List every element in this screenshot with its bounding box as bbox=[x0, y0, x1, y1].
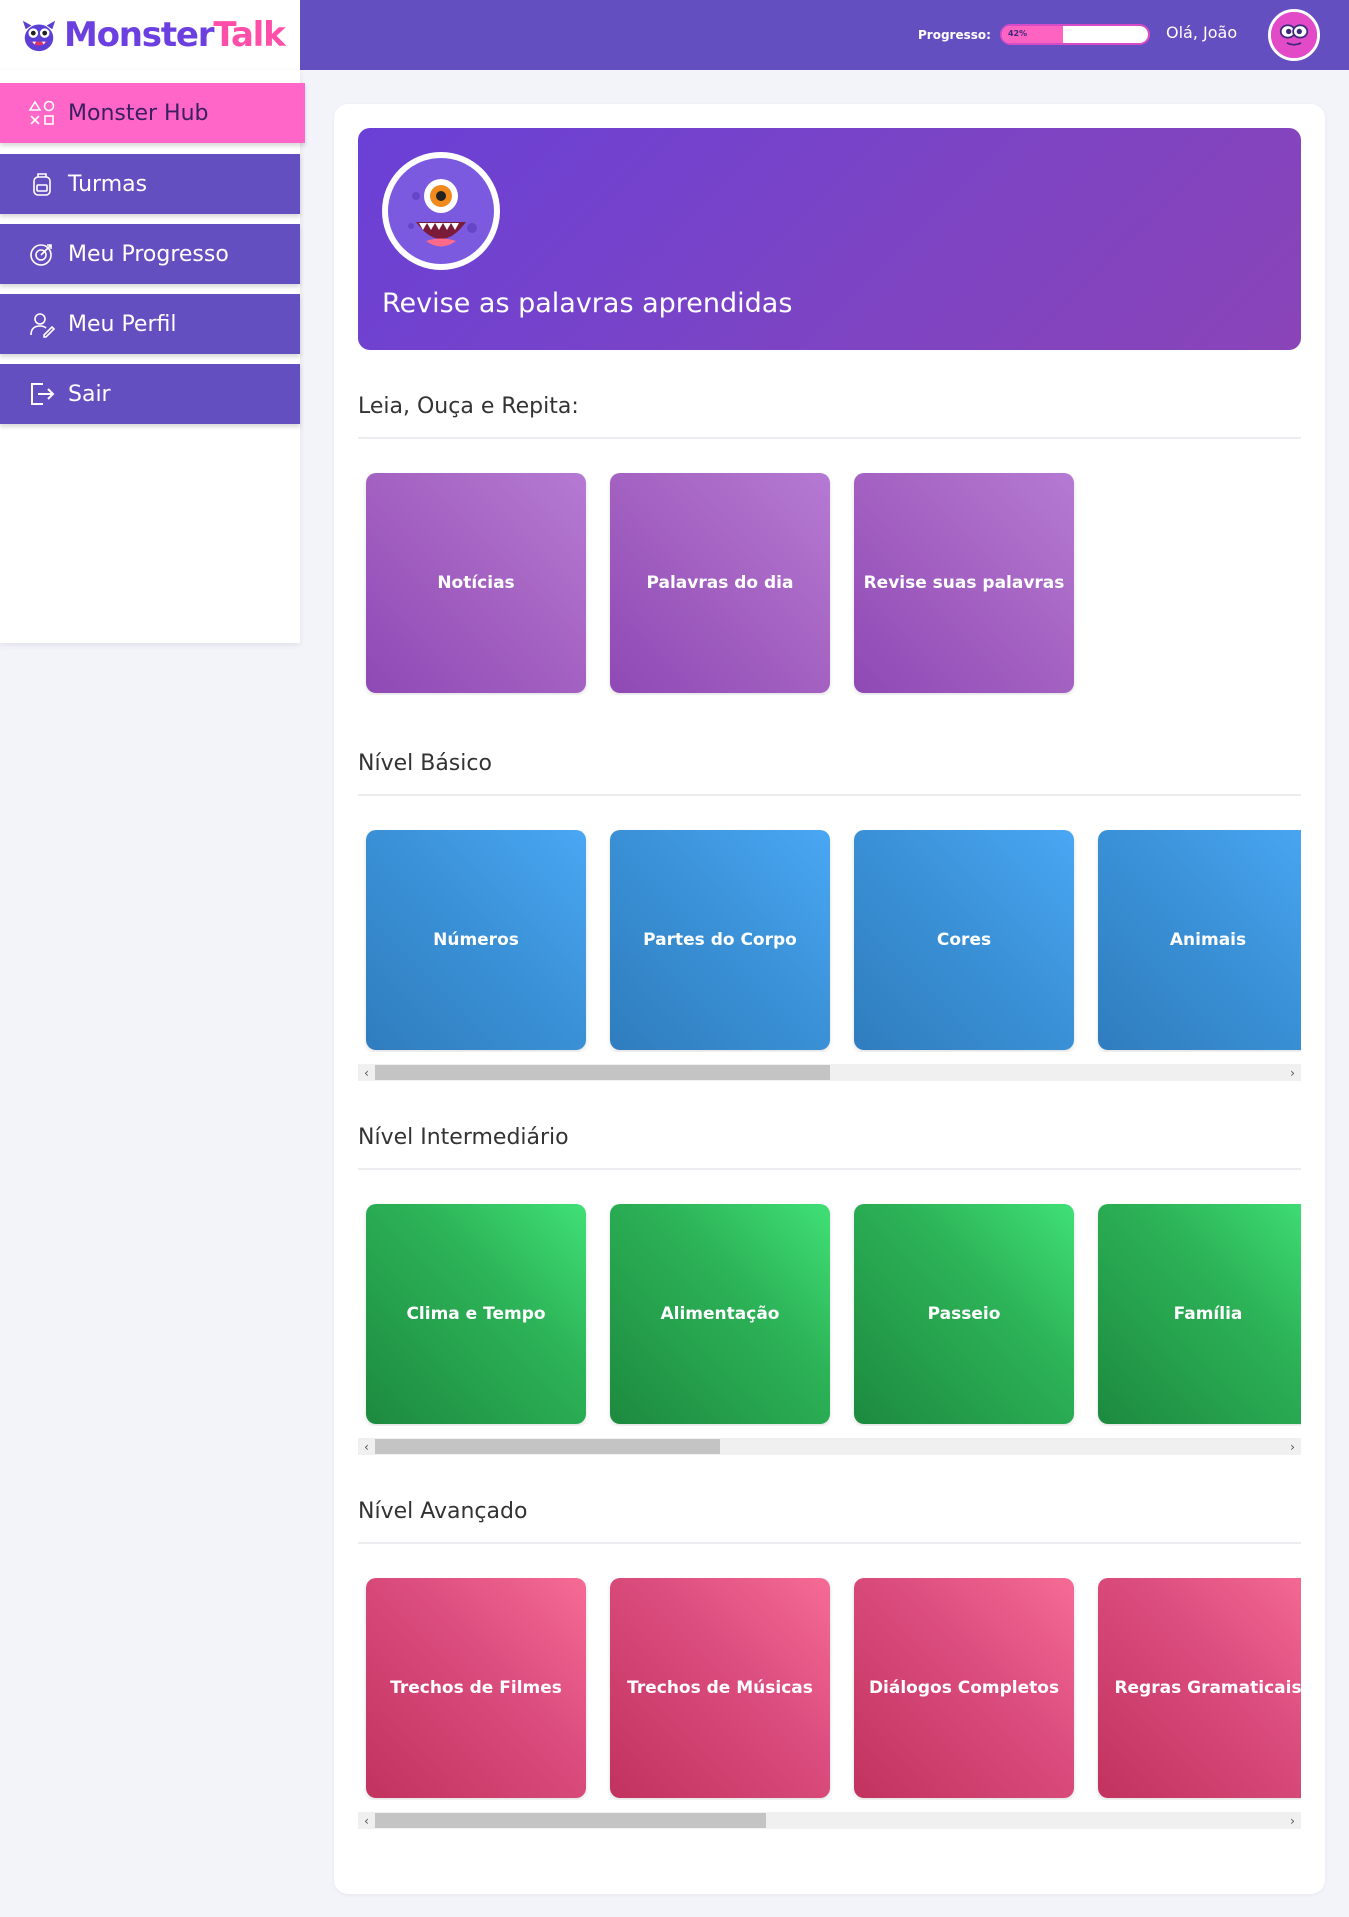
brand-name-part1: Monster bbox=[64, 15, 215, 55]
card-row-nivel-basico: Números Partes do Corpo Cores Animais bbox=[358, 822, 1301, 1052]
divider bbox=[358, 1168, 1301, 1170]
progress-indicator: Progresso: 42% bbox=[918, 24, 1150, 45]
sidebar-item-label: Sair bbox=[68, 381, 111, 407]
progress-percent: 42% bbox=[1007, 29, 1028, 38]
sidebar-item-label: Monster Hub bbox=[68, 100, 209, 126]
backpack-icon bbox=[28, 170, 56, 198]
card-row-nivel-avancado: Trechos de Filmes Trechos de Músicas Diá… bbox=[358, 1570, 1301, 1800]
sidebar-item-meu-perfil[interactable]: Meu Perfil bbox=[0, 294, 300, 354]
sidebar-item-meu-progresso[interactable]: Meu Progresso bbox=[0, 224, 300, 284]
sidebar-item-label: Meu Perfil bbox=[68, 311, 177, 337]
logo[interactable]: MonsterTalk bbox=[0, 0, 300, 70]
card-alimentacao[interactable]: Alimentação bbox=[610, 1204, 830, 1424]
scroll-right-icon[interactable]: › bbox=[1284, 1812, 1301, 1829]
progress-label: Progresso: bbox=[918, 27, 991, 42]
card-row-leia-ouca-repita: Notícias Palavras do dia Revise suas pal… bbox=[358, 465, 1301, 695]
brand-name-part2: Talk bbox=[213, 15, 285, 55]
divider bbox=[358, 1542, 1301, 1544]
sidebar-item-label: Turmas bbox=[68, 171, 148, 197]
monster-avatar-icon bbox=[1271, 12, 1317, 58]
card-row-nivel-intermediario: Clima e Tempo Alimentação Passeio Famíli… bbox=[358, 1196, 1301, 1426]
sidebar-item-sair[interactable]: Sair bbox=[0, 364, 300, 424]
section-title-leia-ouca-repita: Leia, Ouça e Repita: bbox=[358, 394, 579, 419]
scroll-left-icon[interactable]: ‹ bbox=[358, 1064, 375, 1081]
review-banner[interactable]: Revise as palavras aprendidas bbox=[358, 128, 1301, 350]
scroll-left-icon[interactable]: ‹ bbox=[358, 1812, 375, 1829]
monster-logo-icon bbox=[22, 20, 56, 52]
section-title-nivel-basico: Nível Básico bbox=[358, 751, 492, 776]
card-trechos-de-filmes[interactable]: Trechos de Filmes bbox=[366, 1578, 586, 1798]
main-content: Revise as palavras aprendidas Leia, Ouça… bbox=[334, 104, 1325, 1894]
sidebar-item-turmas[interactable]: Turmas bbox=[0, 154, 300, 214]
card-familia[interactable]: Família bbox=[1098, 1204, 1301, 1424]
card-partes-do-corpo[interactable]: Partes do Corpo bbox=[610, 830, 830, 1050]
progress-target-icon bbox=[28, 240, 56, 268]
card-numeros[interactable]: Números bbox=[366, 830, 586, 1050]
progress-bar: 42% bbox=[999, 24, 1150, 45]
section-title-nivel-avancado: Nível Avançado bbox=[358, 1499, 528, 1524]
scroll-left-icon[interactable]: ‹ bbox=[358, 1438, 375, 1455]
scrollbar-thumb[interactable] bbox=[375, 1813, 766, 1828]
card-cores[interactable]: Cores bbox=[854, 830, 1074, 1050]
review-banner-title: Revise as palavras aprendidas bbox=[382, 288, 793, 319]
user-greeting: Olá, João bbox=[1166, 23, 1238, 42]
card-passeio[interactable]: Passeio bbox=[854, 1204, 1074, 1424]
card-dialogos-completos[interactable]: Diálogos Completos bbox=[854, 1578, 1074, 1798]
divider bbox=[358, 794, 1301, 796]
sidebar: Monster Hub Turmas Meu Progresso Meu Per… bbox=[0, 70, 305, 643]
sidebar-item-monster-hub[interactable]: Monster Hub bbox=[0, 83, 305, 143]
horizontal-scrollbar[interactable]: ‹ › bbox=[358, 1812, 1301, 1829]
logout-icon bbox=[28, 380, 56, 408]
scroll-right-icon[interactable]: › bbox=[1284, 1064, 1301, 1081]
card-noticias[interactable]: Notícias bbox=[366, 473, 586, 693]
avatar[interactable] bbox=[1268, 9, 1320, 61]
scrollbar-thumb[interactable] bbox=[375, 1065, 830, 1080]
horizontal-scrollbar[interactable]: ‹ › bbox=[358, 1438, 1301, 1455]
card-palavras-do-dia[interactable]: Palavras do dia bbox=[610, 473, 830, 693]
one-eyed-monster-icon bbox=[382, 152, 500, 270]
shapes-icon bbox=[28, 99, 56, 127]
scroll-right-icon[interactable]: › bbox=[1284, 1438, 1301, 1455]
top-bar: MonsterTalk Progresso: 42% Olá, João bbox=[0, 0, 1349, 70]
card-trechos-de-musicas[interactable]: Trechos de Músicas bbox=[610, 1578, 830, 1798]
horizontal-scrollbar[interactable]: ‹ › bbox=[358, 1064, 1301, 1081]
card-animais[interactable]: Animais bbox=[1098, 830, 1301, 1050]
card-clima-e-tempo[interactable]: Clima e Tempo bbox=[366, 1204, 586, 1424]
card-regras-gramaticais[interactable]: Regras Gramaticais bbox=[1098, 1578, 1301, 1798]
section-title-nivel-intermediario: Nível Intermediário bbox=[358, 1125, 569, 1150]
sidebar-item-label: Meu Progresso bbox=[68, 241, 229, 267]
divider bbox=[358, 437, 1301, 439]
user-edit-icon bbox=[28, 310, 56, 338]
card-revise-suas-palavras[interactable]: Revise suas palavras bbox=[854, 473, 1074, 693]
scrollbar-thumb[interactable] bbox=[375, 1439, 720, 1454]
